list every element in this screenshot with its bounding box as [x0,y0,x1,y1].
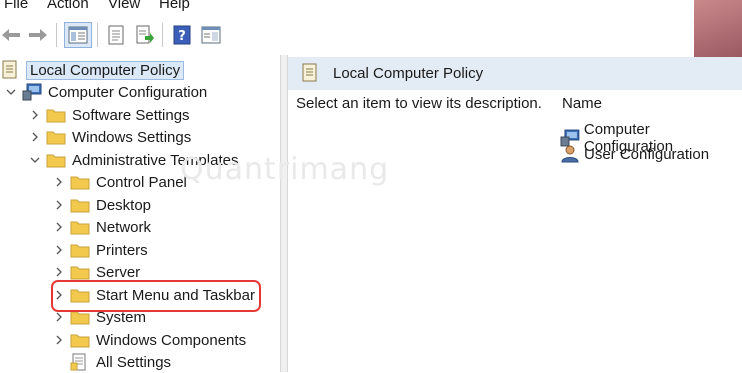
tree-item-windows-settings[interactable]: Windows Settings [28,126,191,148]
tree-item-label: All Settings [96,353,172,371]
folder-icon [70,196,90,214]
column-header-name[interactable]: Name [562,95,602,112]
svg-text:?: ? [178,29,186,44]
settings-list-icon [70,353,90,371]
show-action-pane-button[interactable] [199,22,223,48]
folder-icon [70,241,90,259]
tree-item-label: Server [96,263,141,281]
menu-help[interactable]: Help [159,0,190,13]
tree-item-label: Computer Configuration [48,83,208,101]
chevron-right-icon[interactable] [52,243,66,257]
details-header: Local Computer Policy [288,57,742,90]
chevron-right-icon[interactable] [28,130,42,144]
computer-icon [22,83,42,101]
show-hide-tree-button[interactable] [64,22,92,48]
chevron-right-icon[interactable] [52,310,66,324]
chevron-right-icon[interactable] [52,333,66,347]
forward-button[interactable] [26,22,50,48]
tree-item-label: Windows Components [96,331,247,349]
chevron-right-icon[interactable] [52,220,66,234]
tree-item-network[interactable]: Network [52,216,151,238]
description-text: Select an item to view its description. [296,95,542,112]
tree-item-label: Software Settings [72,106,190,124]
user-icon [561,145,579,163]
policy-icon [302,63,318,87]
menu-bar: File Action View Help [0,0,742,13]
tree-item-label: Network [96,218,152,236]
tree-item-label: Printers [96,241,148,259]
details-pane: Local Computer Policy Select an item to … [288,57,742,372]
menu-file[interactable]: File [4,0,28,13]
chevron-down-icon[interactable] [28,153,42,167]
help-button[interactable]: ? [170,22,194,48]
tree-item-all-settings[interactable]: All Settings [52,351,171,373]
folder-icon [70,331,90,349]
folder-icon [70,263,90,281]
folder-icon [46,106,66,124]
console-tree: Local Computer Policy Computer Configura… [0,57,280,372]
tree-item-desktop[interactable]: Desktop [52,194,151,216]
tree-item-printers[interactable]: Printers [52,239,148,261]
document-icon [108,25,124,45]
folder-icon [70,173,90,191]
arrow-left-icon [2,29,20,41]
properties-button[interactable] [104,22,128,48]
back-button[interactable] [0,22,22,48]
chevron-right-icon[interactable] [28,108,42,122]
tree-root-label: Local Computer Policy [26,60,185,80]
chevron-right-icon[interactable] [52,198,66,212]
pane-splitter[interactable] [280,55,288,372]
export-icon [136,25,154,44]
folder-icon [70,218,90,236]
menu-view[interactable]: View [108,0,140,13]
chevron-right-icon[interactable] [52,175,66,189]
tree-item-software-settings[interactable]: Software Settings [28,104,190,126]
chevron-right-icon[interactable] [52,265,66,279]
tree-item-computer-configuration[interactable]: Computer Configuration [4,81,207,103]
list-item-label: User Configuration [584,145,710,163]
no-chevron [52,355,66,369]
action-pane-icon [201,26,221,44]
console-tree-icon [68,26,88,44]
tree-root[interactable]: Local Computer Policy [0,59,185,81]
menu-action[interactable]: Action [47,0,89,13]
tree-item-control-panel[interactable]: Control Panel [52,171,187,193]
tree-item-windows-components[interactable]: Windows Components [52,329,246,351]
folder-icon [46,151,66,169]
details-title: Local Computer Policy [333,65,484,82]
folder-icon [46,128,66,146]
tree-item-label: Desktop [96,196,152,214]
tree-item-label: Control Panel [96,173,187,191]
help-icon: ? [173,25,191,45]
watermark: Quantrimang [180,152,390,187]
policy-icon [2,60,22,79]
chevron-down-icon[interactable] [4,85,18,99]
highlight-box [51,280,261,312]
arrow-right-icon [29,29,47,41]
list-item-user-configuration[interactable]: User Configuration [560,145,709,163]
toolbar: ? [0,20,742,50]
export-list-button[interactable] [133,22,157,48]
tree-item-label: Windows Settings [72,128,192,146]
